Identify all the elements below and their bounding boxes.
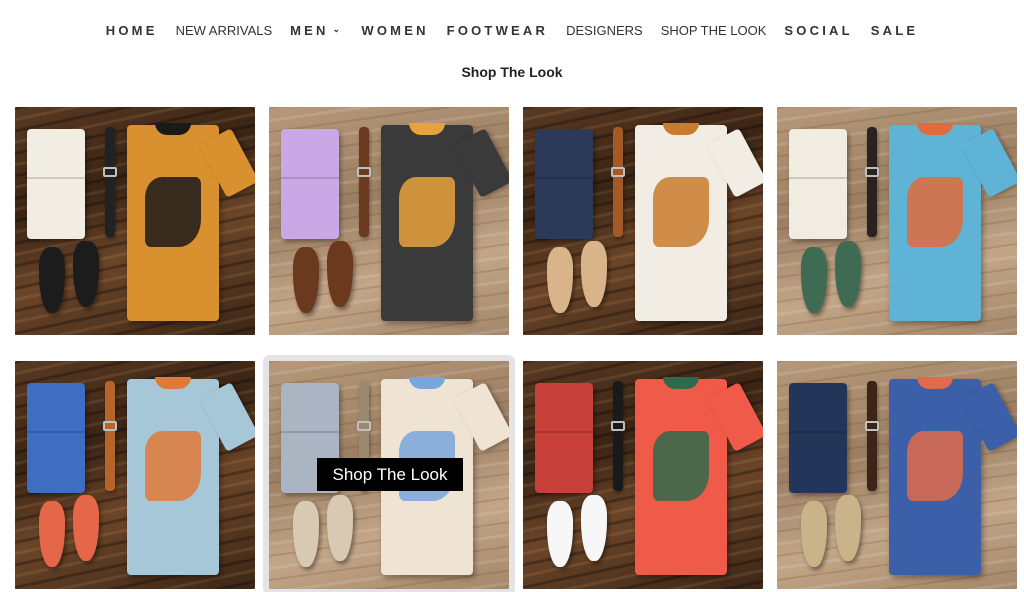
shop-the-look-button[interactable]: Shop The Look (317, 458, 463, 491)
nav-item-designers[interactable]: DESIGNERS (566, 23, 643, 38)
nav-item-home[interactable]: HOME (106, 23, 158, 38)
belt-image (613, 127, 623, 237)
nav-item-label: DESIGNERS (566, 22, 643, 38)
pants-fold (535, 177, 593, 179)
nav-item-men[interactable]: MEN ⌄ (290, 23, 343, 38)
pants-fold (27, 431, 85, 433)
nav-item-new-arrivals[interactable]: NEW ARRIVALS (176, 23, 273, 38)
belt-image (105, 127, 115, 237)
shirt-pattern (145, 431, 201, 501)
nav-item-label: MEN (290, 22, 329, 38)
nav-item-label: FOOTWEAR (446, 22, 549, 38)
nav-item-women[interactable]: WOMEN (361, 23, 428, 38)
shirt-pattern (653, 177, 709, 247)
look-tile[interactable]: Shop The Look (263, 355, 515, 592)
nav-item-social[interactable]: SOCIAL (784, 23, 852, 38)
belt-image (105, 381, 115, 491)
belt-buckle (103, 167, 117, 177)
pants-image (789, 383, 847, 493)
nav-item-shop-the-look[interactable]: SHOP THE LOOK (661, 23, 767, 38)
pants-fold (535, 431, 593, 433)
pants-fold (789, 177, 847, 179)
shirt-pattern (653, 431, 709, 501)
pants-fold (281, 431, 339, 433)
look-tile[interactable] (269, 107, 509, 335)
belt-image (867, 381, 877, 491)
belt-image (867, 127, 877, 237)
belt-buckle (357, 167, 371, 177)
shirt-pattern (399, 177, 455, 247)
chevron-down-icon: ⌄ (332, 23, 344, 34)
pants-image (27, 129, 85, 239)
nav-item-label: SOCIAL (784, 22, 853, 38)
pants-image (27, 383, 85, 493)
belt-buckle (611, 167, 625, 177)
belt-buckle (865, 421, 879, 431)
shirt-pattern (907, 431, 963, 501)
belt-image (613, 381, 623, 491)
pants-image (789, 129, 847, 239)
look-tile[interactable] (777, 107, 1017, 335)
look-tile[interactable] (777, 361, 1017, 589)
pants-image (281, 129, 339, 239)
look-tile[interactable] (523, 361, 763, 589)
nav-item-label: HOME (105, 22, 158, 38)
main-navigation: HOME NEW ARRIVALS MEN ⌄ WOMEN FOOTWEAR DESIGNE… (0, 0, 1024, 60)
look-tile[interactable] (15, 361, 255, 589)
nav-item-label: NEW ARRIVALS (175, 22, 273, 38)
nav-item-sale[interactable]: SALE (871, 23, 918, 38)
pants-image (535, 129, 593, 239)
belt-image (359, 127, 369, 237)
look-tile[interactable] (15, 107, 255, 335)
belt-buckle (611, 421, 625, 431)
page-title: Shop The Look (461, 64, 563, 80)
pants-fold (27, 177, 85, 179)
nav-item-label: WOMEN (361, 22, 429, 38)
belt-buckle (357, 421, 371, 431)
pants-fold (281, 177, 339, 179)
shirt-pattern (907, 177, 963, 247)
nav-item-label: SALE (870, 22, 919, 38)
look-tile[interactable] (523, 107, 763, 335)
pants-fold (789, 431, 847, 433)
belt-buckle (103, 421, 117, 431)
nav-item-footwear[interactable]: FOOTWEAR (447, 23, 548, 38)
pants-image (535, 383, 593, 493)
shirt-pattern (145, 177, 201, 247)
nav-item-label: SHOP THE LOOK (660, 22, 767, 38)
belt-buckle (865, 167, 879, 177)
